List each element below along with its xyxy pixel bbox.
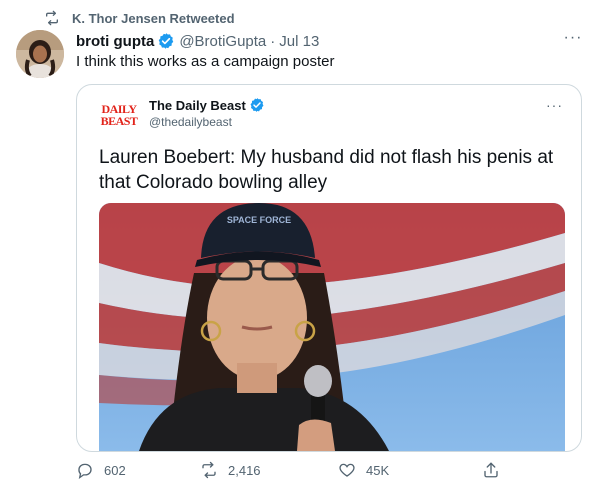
like-count: 45K xyxy=(366,462,390,478)
tweet-actions: 602 2,416 45K xyxy=(76,458,516,482)
quoted-author-handle[interactable]: @thedailybeast xyxy=(149,115,232,129)
share-icon xyxy=(484,462,498,478)
quoted-tweet-image[interactable]: SPACE FORCE xyxy=(99,203,565,451)
retweet-count: 2,416 xyxy=(228,462,261,478)
retweet-icon xyxy=(46,10,58,26)
photo-illustration: SPACE FORCE xyxy=(99,203,565,451)
retweet-banner[interactable]: K. Thor Jensen Retweeted xyxy=(44,9,235,27)
avatar[interactable] xyxy=(16,30,64,78)
author-handle[interactable]: @BrotiGupta xyxy=(179,33,266,50)
retweet-icon xyxy=(202,461,216,479)
share-button[interactable] xyxy=(482,458,510,482)
logo-line-2: BEAST xyxy=(100,114,138,128)
like-button[interactable]: 45K xyxy=(338,458,389,482)
tweet-date[interactable]: Jul 13 xyxy=(279,33,319,50)
verified-badge-icon xyxy=(250,98,264,112)
retweet-banner-text: K. Thor Jensen Retweeted xyxy=(72,10,235,26)
reply-icon xyxy=(78,463,92,479)
reply-button[interactable]: 602 xyxy=(76,458,126,482)
author-name[interactable]: broti gupta xyxy=(76,33,154,50)
header-separator: · xyxy=(270,32,276,50)
tweet-header: broti gupta @BrotiGupta · Jul 13 ··· xyxy=(76,30,583,51)
avatar-photo xyxy=(16,30,64,78)
quoted-author-row: The Daily Beast xyxy=(149,97,269,113)
quoted-tweet-text: Lauren Boebert: My husband did not flash… xyxy=(99,147,554,193)
more-icon[interactable]: ··· xyxy=(546,97,563,113)
cap-text: SPACE FORCE xyxy=(227,215,291,225)
tweet-text: I think this works as a campaign poster xyxy=(76,53,335,70)
retweet-button[interactable]: 2,416 xyxy=(200,458,261,482)
reply-count: 602 xyxy=(104,462,126,478)
more-icon[interactable]: ··· xyxy=(563,30,583,51)
heart-icon xyxy=(339,463,355,477)
daily-beast-logo: DAILY BEAST xyxy=(99,95,139,135)
verified-badge-icon xyxy=(159,33,174,49)
quoted-tweet-card[interactable]: DAILY BEAST The Daily Beast @thedailybea… xyxy=(76,84,582,452)
quoted-author-name[interactable]: The Daily Beast xyxy=(149,98,246,113)
